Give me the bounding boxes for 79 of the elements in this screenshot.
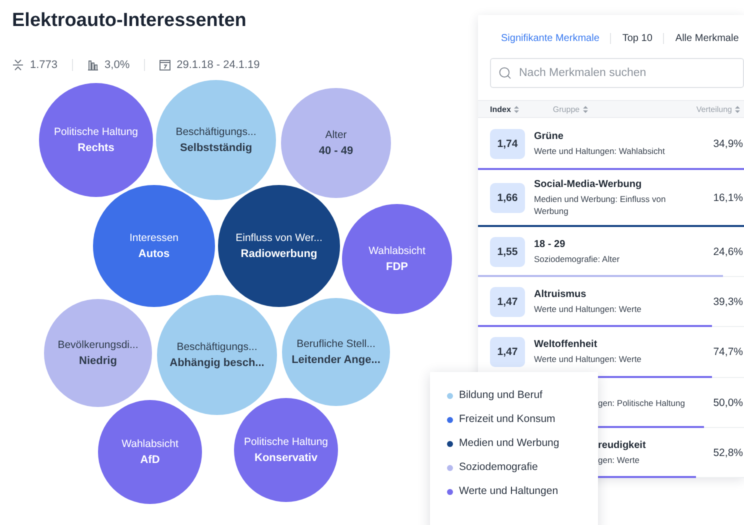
- bubble-label: Beschäftigungs...: [176, 126, 256, 138]
- arrows-icon: [12, 59, 24, 71]
- tab[interactable]: Alle Merkmale: [663, 32, 744, 44]
- sort-icon: [514, 106, 519, 112]
- feature-name: 18 - 29: [534, 238, 566, 250]
- share-value: 24,6%: [713, 246, 744, 258]
- bubble[interactable]: Beschäftigungs... Abhängig besch...: [157, 295, 277, 415]
- share-value: 39,3%: [713, 296, 744, 308]
- feature-group: Werte und Haltungen: Wahlabsicht: [534, 144, 674, 156]
- feature-group: Soziodemografie: Alter: [534, 252, 674, 264]
- share-value: 16,1%: [713, 192, 744, 204]
- bar-chart-icon: [86, 59, 99, 71]
- legend-label: Bildung und Beruf: [459, 388, 542, 403]
- index-badge: 1,47: [490, 286, 525, 316]
- bubble-value: 40 - 49: [318, 145, 354, 157]
- stat-value: 29.1.18 - 24.1.19: [176, 59, 260, 71]
- bubble[interactable]: Politische Haltung Konservativ: [234, 398, 338, 502]
- index-badge: 1,47: [490, 337, 525, 367]
- bubble-value: Autos: [138, 248, 170, 260]
- sort-icon: [735, 106, 740, 112]
- bubble-value: Selbstständig: [180, 142, 252, 154]
- feature-group: Werte und Haltungen: Werte: [534, 353, 674, 365]
- bubble[interactable]: Alter 40 - 49: [281, 88, 391, 198]
- bubble-label: Berufliche Stell...: [296, 338, 376, 350]
- bubble-label: Einfluss von Wer...: [236, 232, 322, 244]
- bubble-value: Abhängig besch...: [170, 357, 264, 369]
- share-value: 50,0%: [713, 396, 744, 408]
- bubble-label: Politische Haltung: [54, 126, 138, 138]
- column-header[interactable]: Index: [490, 104, 519, 114]
- bubble[interactable]: Politische Haltung Rechts: [39, 83, 153, 197]
- index-badge: 1,74: [490, 128, 525, 158]
- feature-name: reudigkeit: [598, 440, 647, 450]
- bubble[interactable]: Interessen Autos: [93, 185, 215, 307]
- bubble[interactable]: Beschäftigungs... Selbstständig: [156, 80, 276, 200]
- bubble-value: FDP: [386, 261, 408, 273]
- stat-value: 3,0%: [104, 59, 130, 71]
- bubble[interactable]: Bevölkerungsdi... Niedrig: [44, 299, 152, 407]
- legend-label: Werte und Haltungen: [459, 484, 558, 499]
- bubble-label: Wahlabsicht: [368, 245, 426, 257]
- bubble-label: Alter: [325, 129, 347, 141]
- feature-name: Social-Media-Werbung: [534, 179, 643, 190]
- feature-group: Medien und Werbung: Einfluss von Werbung: [534, 193, 674, 217]
- bubble[interactable]: Wahlabsicht FDP: [342, 204, 452, 314]
- bubble-label: Politische Haltung: [244, 436, 328, 448]
- bubble-label: Beschäftigungs...: [176, 341, 258, 353]
- share-value: 74,7%: [713, 346, 744, 358]
- stat-value: 1.773: [30, 59, 58, 71]
- feature-group: Werte und Haltungen: Werte: [534, 302, 674, 314]
- bubble-value: Rechts: [78, 142, 114, 154]
- share-value: 52,8%: [713, 446, 744, 458]
- calendar-icon: [158, 59, 171, 71]
- legend-label: Medien und Werbung: [459, 436, 560, 451]
- feature-name: Grüne: [534, 130, 564, 142]
- bubble-value: AfD: [140, 454, 160, 466]
- feature-name: Altruismus: [534, 288, 588, 300]
- bubble-value: Niedrig: [79, 355, 117, 367]
- bubble-value: Leitender Ange...: [292, 354, 380, 366]
- tab[interactable]: Top 10: [610, 32, 664, 44]
- search-field[interactable]: Nach Merkmalen suchen: [490, 58, 744, 88]
- feature-group: gen: Politische Haltung: [598, 396, 714, 408]
- feature-group: gen: Werte: [598, 454, 714, 466]
- page-title: Elektroauto-Interessenten: [12, 10, 246, 32]
- bubble[interactable]: Berufliche Stell... Leitender Ange...: [282, 298, 390, 406]
- index-badge: 1,66: [490, 183, 525, 213]
- bubble[interactable]: Einfluss von Wer... Radiowerbung: [218, 185, 340, 307]
- bubble[interactable]: Wahlabsicht AfD: [98, 400, 202, 504]
- index-badge: 1,55: [490, 236, 525, 266]
- legend-label: Soziodemografie: [459, 460, 538, 475]
- bubble-label: Wahlabsicht: [122, 438, 178, 450]
- search-icon: [498, 66, 512, 80]
- bubble-label: Bevölkerungsdi...: [58, 339, 138, 351]
- bubble-label: Interessen: [129, 232, 179, 244]
- bubble-value: Konservativ: [254, 452, 318, 464]
- legend-label: Freizeit und Konsum: [459, 412, 556, 427]
- share-value: 34,9%: [713, 138, 744, 150]
- tab[interactable]: Signifikante Merkmale: [490, 32, 610, 44]
- bubble-value: Radiowerbung: [240, 248, 318, 260]
- sort-icon: [582, 106, 588, 112]
- feature-name: Weltoffenheit: [534, 339, 598, 350]
